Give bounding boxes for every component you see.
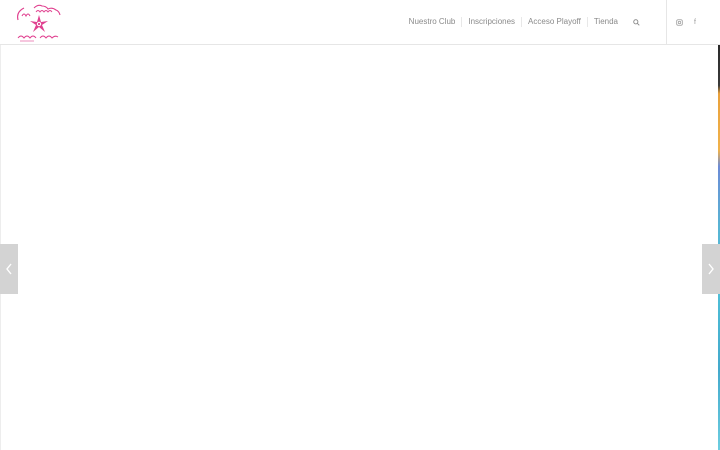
nav-item-nuestro-club[interactable]: Nuestro Club [403,17,462,27]
logo[interactable] [12,2,66,44]
slider-next-button[interactable] [702,244,720,294]
facebook-icon: f [694,18,696,26]
instagram-icon [675,18,683,26]
chevron-left-icon [6,263,12,275]
nav-item-inscripciones[interactable]: Inscripciones [461,17,521,27]
instagram-link[interactable] [674,17,684,27]
slider-prev-button[interactable] [0,244,18,294]
hero-slider [0,45,718,450]
nav-item-acceso-playoff[interactable]: Acceso Playoff [521,17,587,27]
social-divider [666,0,667,44]
chevron-right-icon [708,263,714,275]
main-nav: Nuestro Club Inscripciones Acceso Playof… [403,0,646,44]
search-icon [632,18,640,26]
social-links: f [674,0,700,44]
search-button[interactable] [626,18,646,26]
facebook-link[interactable]: f [690,17,700,27]
nav-item-tienda[interactable]: Tienda [586,17,624,27]
site-header: Nuestro Club Inscripciones Acceso Playof… [0,0,720,45]
